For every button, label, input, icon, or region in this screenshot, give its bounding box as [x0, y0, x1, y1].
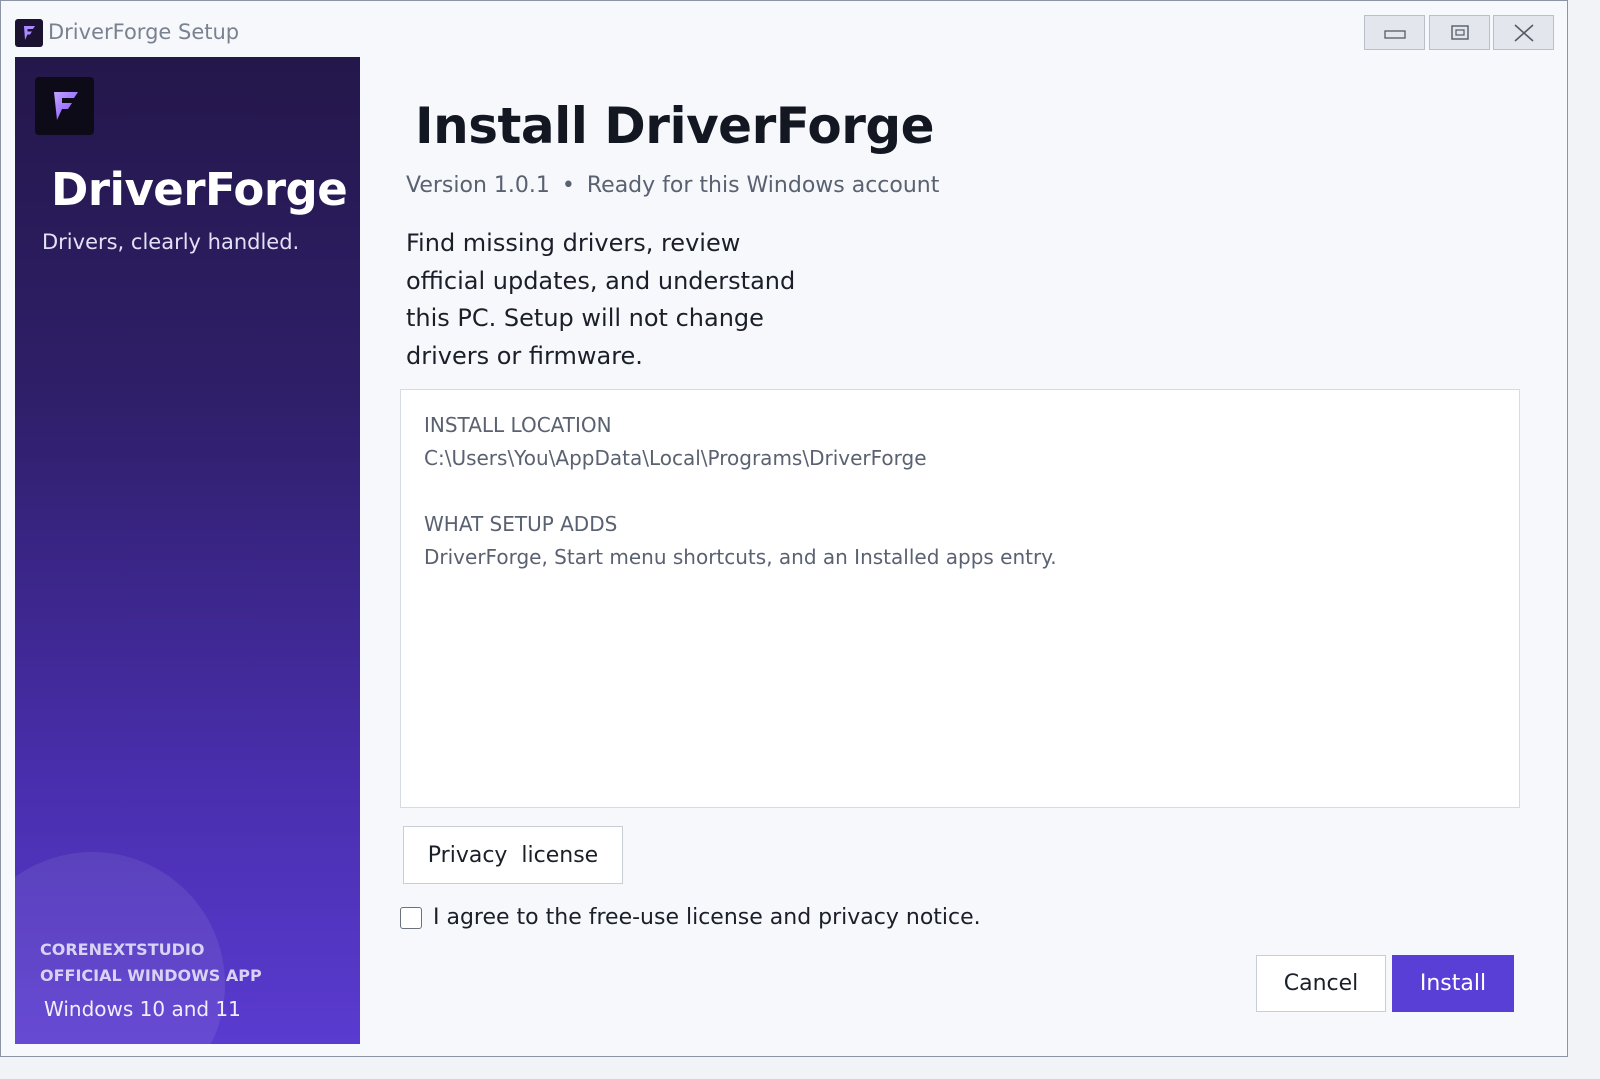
sidebar-brand-name: DriverForge	[51, 163, 348, 216]
install-info-panel: INSTALL LOCATION C:\Users\You\AppData\Lo…	[400, 389, 1520, 808]
sidebar-tagline: Drivers, clearly handled.	[42, 230, 300, 254]
privacy-license-button[interactable]: Privacy license	[403, 826, 623, 884]
setup-adds-label: WHAT SETUP ADDS	[424, 512, 618, 536]
cancel-button[interactable]: Cancel	[1256, 955, 1386, 1012]
version-text: Version 1.0.1	[406, 173, 550, 198]
description-text: Find missing drivers, review official up…	[406, 229, 796, 370]
app-logo-icon	[15, 19, 43, 47]
status-text: Ready for this Windows account	[586, 173, 940, 198]
sidebar-os-support: Windows 10 and 11	[44, 997, 241, 1021]
brand-logo-icon	[35, 77, 94, 135]
agree-checkbox[interactable]	[400, 907, 422, 929]
company-line-2: OFFICIAL WINDOWS APP	[40, 966, 262, 985]
sidebar-company: CORENEXTSTUDIO OFFICIAL WINDOWS APP	[40, 937, 262, 989]
close-button[interactable]	[1493, 15, 1554, 50]
setup-adds-value: DriverForge, Start menu shortcuts, and a…	[424, 545, 1057, 569]
company-line-1: CORENEXTSTUDIO	[40, 940, 205, 959]
install-location-value: C:\Users\You\AppData\Local\Programs\Driv…	[424, 446, 927, 470]
close-icon	[1513, 23, 1534, 42]
version-line: Version 1.0.1 • Ready for this Windows acc…	[406, 173, 939, 198]
minimize-icon	[1383, 29, 1406, 39]
title-bar[interactable]: DriverForge Setup	[1, 1, 1567, 55]
minimize-button[interactable]	[1364, 15, 1425, 50]
window-title: DriverForge Setup	[48, 20, 240, 44]
sidebar: DriverForge Drivers, clearly handled. CO…	[15, 57, 360, 1044]
install-button[interactable]: Install	[1392, 955, 1514, 1012]
maximize-icon	[1450, 24, 1469, 40]
maximize-button[interactable]	[1429, 15, 1490, 50]
agree-label[interactable]: I agree to the free-use license and priv…	[433, 905, 981, 930]
separator-dot: •	[561, 173, 575, 198]
install-location-label: INSTALL LOCATION	[424, 413, 612, 437]
setup-window: DriverForge Setup DriverForge Drivers, c…	[0, 0, 1568, 1057]
page-title: Install DriverForge	[415, 97, 935, 155]
